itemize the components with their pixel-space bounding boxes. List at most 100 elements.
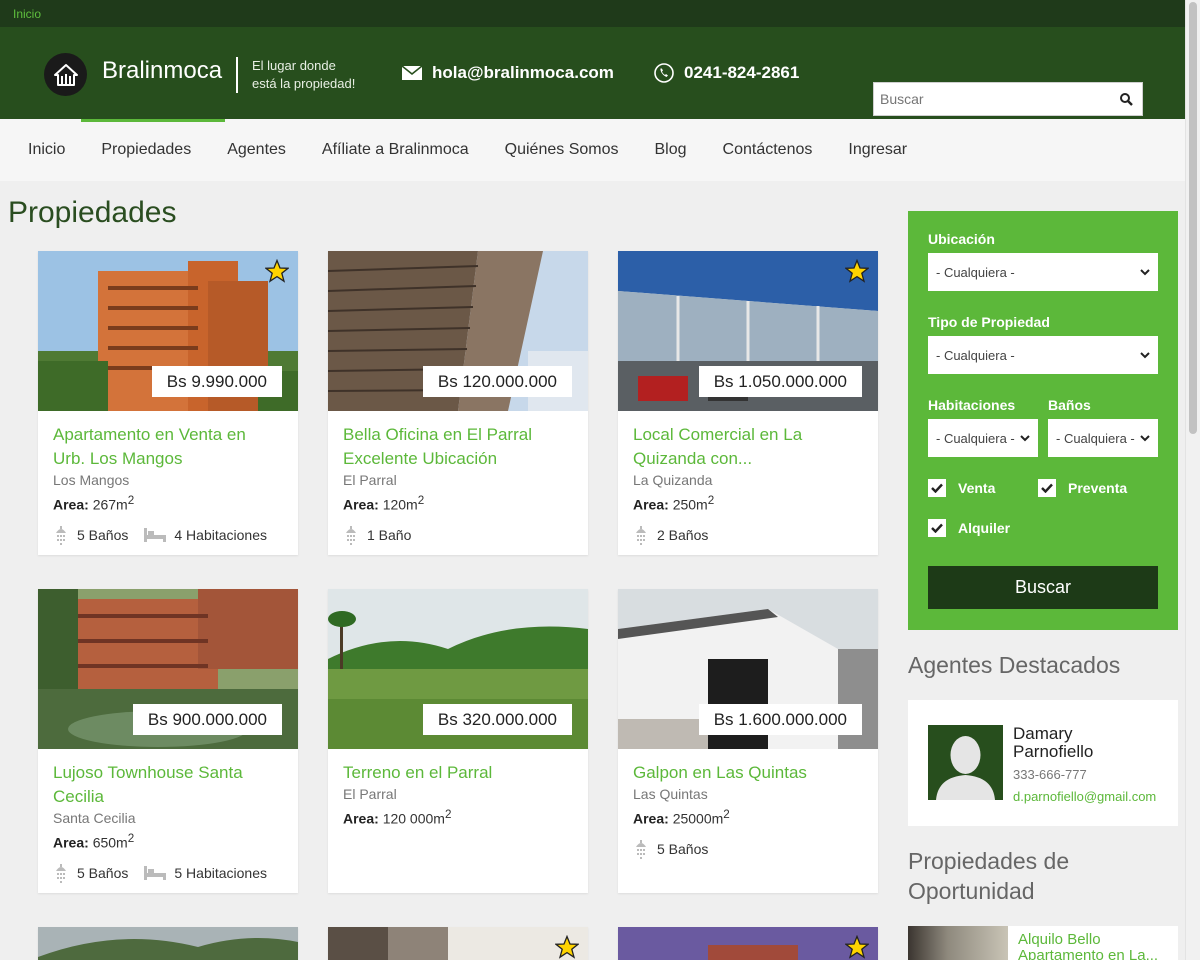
nav-item-propiedades[interactable]: Propiedades xyxy=(81,119,226,181)
chevron-down-icon xyxy=(1140,351,1150,358)
property-title[interactable]: Galpon en Las Quintas xyxy=(633,761,863,785)
agent-card[interactable]: Damary Parnofiello 333-666-777 d.parnofi… xyxy=(908,700,1178,826)
property-card[interactable]: Bs 1.050.000.000 Local Comercial en La Q… xyxy=(618,251,878,555)
ubicacion-select[interactable]: - Cualquiera - xyxy=(928,253,1158,291)
property-title[interactable]: Terreno en el Parral xyxy=(343,761,573,785)
bed-icon xyxy=(144,527,167,542)
property-card[interactable] xyxy=(38,927,298,960)
alquiler-check-box[interactable] xyxy=(928,519,946,537)
contact-email[interactable]: hola@bralinmoca.com xyxy=(402,63,614,83)
property-photo-partial[interactable] xyxy=(38,927,298,960)
property-location: Santa Cecilia xyxy=(53,810,136,826)
nav-item-blog[interactable]: Blog xyxy=(637,119,705,181)
envelope-icon xyxy=(402,66,422,80)
nav-item-inicio[interactable]: Inicio xyxy=(10,119,83,181)
property-title[interactable]: Bella Oficina en El Parral Excelente Ubi… xyxy=(343,423,573,471)
alquiler-checkbox[interactable]: Alquiler xyxy=(928,519,1158,537)
feature-baths: 5 Baños xyxy=(53,863,128,883)
property-photo[interactable]: Bs 120.000.000 xyxy=(328,251,588,411)
tipo-value: - Cualquiera - xyxy=(936,347,1015,363)
price-tag: Bs 900.000.000 xyxy=(132,704,282,735)
property-area: Area: 250m2 xyxy=(633,494,863,513)
nav-item-agentes[interactable]: Agentes xyxy=(209,119,304,181)
avatar[interactable] xyxy=(928,725,1003,800)
property-card[interactable] xyxy=(618,927,878,960)
breadcrumb-home-link[interactable]: Inicio xyxy=(13,7,41,21)
rooms-text: 4 Habitaciones xyxy=(174,526,267,543)
tipo-select[interactable]: - Cualquiera - xyxy=(928,336,1158,374)
preventa-check-box[interactable] xyxy=(1038,479,1056,497)
property-title[interactable]: Lujoso Townhouse Santa Cecilia xyxy=(53,761,283,809)
property-title[interactable]: Local Comercial en La Quizanda con... xyxy=(633,423,863,471)
area-unit-sup: 2 xyxy=(127,494,135,507)
venta-checkbox[interactable]: Venta xyxy=(928,479,1038,497)
tipo-label: Tipo de Propiedad xyxy=(928,314,1050,330)
property-photo[interactable]: Bs 1.600.000.000 xyxy=(618,589,878,749)
property-photo[interactable]: Bs 1.050.000.000 xyxy=(618,251,878,411)
search-submit-button[interactable]: Buscar xyxy=(928,566,1158,609)
search-input[interactable] xyxy=(874,83,1110,115)
property-card[interactable]: Bs 1.600.000.000 Galpon en Las Quintas L… xyxy=(618,589,878,893)
property-photo[interactable]: Bs 9.990.000 xyxy=(38,251,298,411)
featured-star-icon[interactable] xyxy=(844,258,870,288)
property-photo[interactable]: Bs 320.000.000 xyxy=(328,589,588,749)
shower-icon xyxy=(56,525,66,545)
property-title[interactable]: Apartamento en Venta en Urb. Los Mangos xyxy=(53,423,283,471)
opportunity-item[interactable]: Alquilo Bello Apartamento en La... xyxy=(908,926,1178,960)
property-card[interactable]: Bs 120.000.000 Bella Oficina en El Parra… xyxy=(328,251,588,555)
preventa-checkbox[interactable]: Preventa xyxy=(1038,479,1127,497)
brand-name[interactable]: Bralinmoca xyxy=(102,57,222,85)
baths-text: 5 Baños xyxy=(77,526,129,543)
search-icon xyxy=(1119,92,1133,106)
phone-icon xyxy=(654,63,674,83)
scrollbar-thumb[interactable] xyxy=(1189,2,1197,434)
opportunity-title-line-2: Oportunidad xyxy=(908,878,1035,904)
property-card[interactable]: Bs 320.000.000 Terreno en el Parral El P… xyxy=(328,589,588,893)
property-location: El Parral xyxy=(343,786,397,802)
habitaciones-select[interactable]: - Cualquiera - xyxy=(928,419,1038,457)
venta-check-box[interactable] xyxy=(928,479,946,497)
area-unit-sup: 2 xyxy=(723,808,730,821)
property-title-line-1: Bella Oficina en El Parral xyxy=(343,425,532,444)
property-title-line-2: Excelente Ubicación xyxy=(343,449,498,468)
property-photo-partial[interactable] xyxy=(328,927,588,960)
agent-email[interactable]: d.parnofiello@gmail.com xyxy=(1013,789,1163,804)
property-card[interactable]: Bs 9.990.000 Apartamento en Venta en Urb… xyxy=(38,251,298,555)
area-value: 267m xyxy=(92,496,128,513)
agent-name[interactable]: Damary Parnofiello xyxy=(1013,725,1163,761)
brand-divider xyxy=(236,57,238,93)
nav-item-contactenos[interactable]: Contáctenos xyxy=(705,119,831,181)
check-icon xyxy=(931,483,943,493)
habitaciones-label: Habitaciones xyxy=(928,397,1016,413)
banos-group: Baños - Cualquiera - xyxy=(1048,397,1158,457)
property-photo-partial[interactable] xyxy=(618,927,878,960)
chevron-down-icon xyxy=(1140,434,1150,441)
opportunity-item-title[interactable]: Alquilo Bello Apartamento en La... xyxy=(1008,926,1168,960)
feature-baths: 2 Baños xyxy=(633,525,708,545)
price-tag: Bs 120.000.000 xyxy=(422,366,572,397)
property-card[interactable]: Bs 900.000.000 Lujoso Townhouse Santa Ce… xyxy=(38,589,298,893)
property-area: Area: 25000m2 xyxy=(633,808,863,827)
contact-phone[interactable]: 0241-824-2861 xyxy=(654,63,799,83)
ubicacion-value: - Cualquiera - xyxy=(936,264,1015,280)
property-photo[interactable]: Bs 900.000.000 xyxy=(38,589,298,749)
featured-star-icon[interactable] xyxy=(844,934,870,960)
baths-text: 5 Baños xyxy=(77,864,129,881)
featured-star-icon[interactable] xyxy=(264,258,290,288)
property-card[interactable] xyxy=(328,927,588,960)
page-title: Propiedades xyxy=(8,196,177,229)
featured-star-icon[interactable] xyxy=(554,934,580,960)
nav-item-afiliate[interactable]: Afíliate a Bralinmoca xyxy=(304,119,487,181)
page-scrollbar[interactable] xyxy=(1185,0,1200,960)
banos-select[interactable]: - Cualquiera - xyxy=(1048,419,1158,457)
property-location: La Quizanda xyxy=(633,472,713,488)
logo[interactable] xyxy=(44,53,87,96)
area-unit-sup: 2 xyxy=(127,832,135,845)
property-title-line-2: Urb. Los Mangos xyxy=(53,449,183,468)
property-area: Area: 267m2 xyxy=(53,494,283,513)
site-header: Bralinmoca El lugar donde está la propie… xyxy=(0,27,1200,119)
nav-item-ingresar[interactable]: Ingresar xyxy=(830,119,925,181)
search-button[interactable] xyxy=(1110,83,1142,115)
opportunity-thumbnail[interactable] xyxy=(908,926,1008,960)
nav-item-quienes-somos[interactable]: Quiénes Somos xyxy=(487,119,637,181)
